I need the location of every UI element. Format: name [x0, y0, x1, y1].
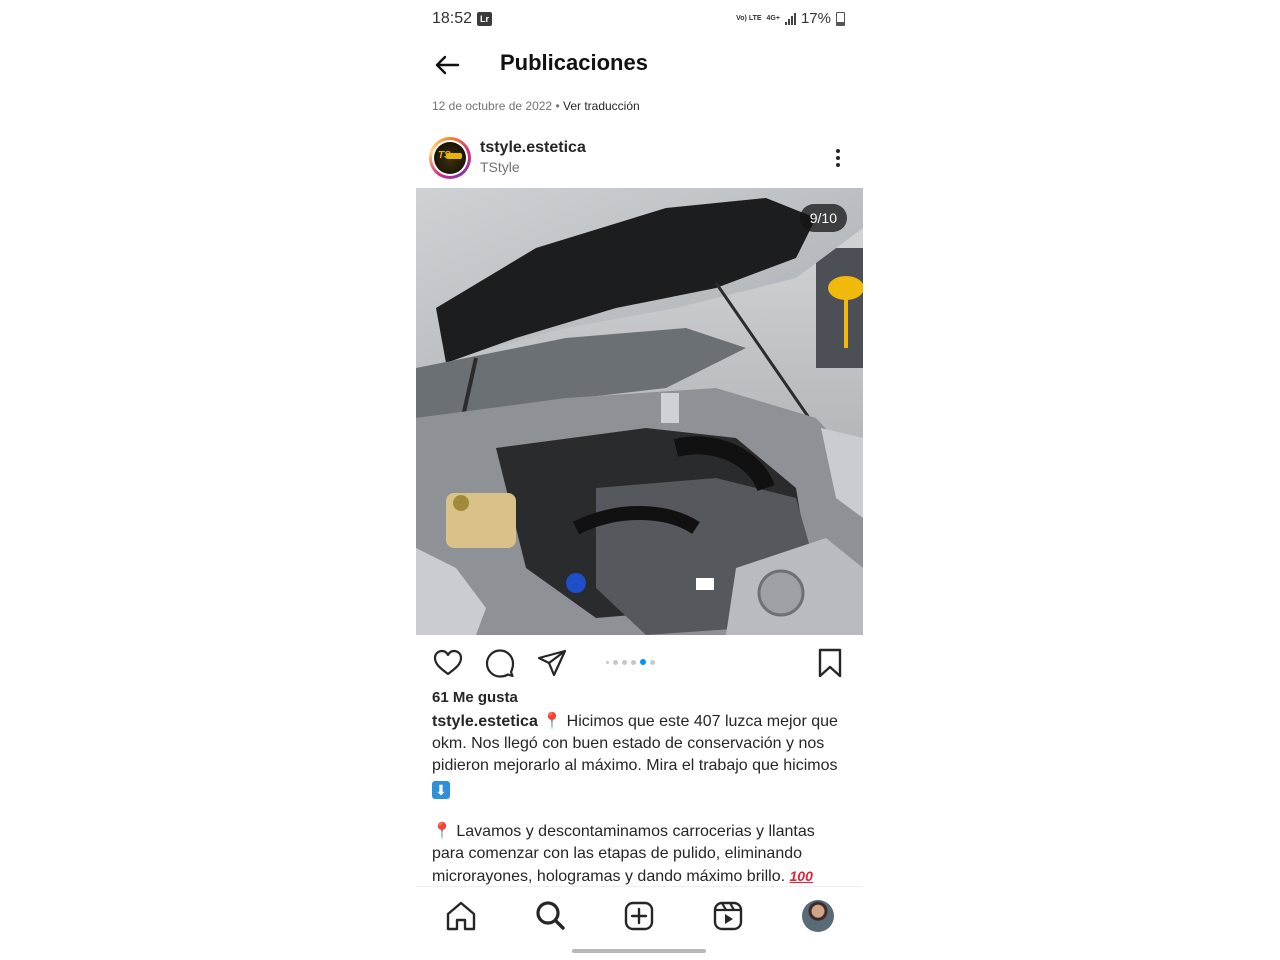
page-title: Publicaciones [500, 50, 648, 75]
carousel-dot [606, 660, 609, 664]
down-arrow-emoji-icon: ⬇ [432, 781, 450, 799]
battery-icon [836, 11, 845, 26]
save-bookmark-icon[interactable] [814, 647, 846, 679]
caption-username[interactable]: tstyle.estetica [432, 713, 538, 730]
pin-emoji-icon: 📍 [542, 713, 563, 730]
post-subtitle: TStyle [480, 159, 520, 175]
reels-icon[interactable] [711, 899, 745, 933]
share-plane-icon[interactable] [536, 647, 568, 679]
avatar-frame: TS [432, 140, 468, 176]
see-translation-link[interactable]: Ver traducción [563, 99, 640, 113]
gesture-home-bar[interactable] [572, 949, 706, 953]
volte-icon: Vo) LTE [736, 15, 762, 22]
search-icon[interactable] [533, 899, 567, 933]
more-options-icon[interactable] [828, 146, 848, 170]
post-caption: tstyle.estetica 📍 Hicimos que este 407 l… [432, 711, 850, 887]
date-separator: • [552, 99, 563, 113]
top-bar: Publicaciones [416, 38, 863, 90]
avatar-logo-text: TS [438, 150, 451, 161]
lightroom-notification-icon: Lr [477, 12, 492, 26]
profile-avatar[interactable] [802, 900, 834, 932]
status-bar: 18:52 Lr Vo) LTE 4G+ 17% [416, 0, 863, 38]
engine-bay-photo [416, 188, 863, 635]
back-arrow-icon[interactable] [432, 50, 462, 80]
battery-percent: 17% [800, 10, 831, 27]
status-indicators: Vo) LTE 4G+ 17% [736, 10, 845, 27]
phone-screen: 18:52 Lr Vo) LTE 4G+ 17% Publicaciones 1… [416, 0, 863, 960]
status-time: 18:52 [432, 10, 473, 27]
hundred-emoji-icon: 100 [789, 868, 813, 884]
caption-paragraph-2: 📍 Lavamos y descontaminamos carrocerias … [432, 821, 850, 887]
caption-text-2: Lavamos y descontaminamos carrocerias y … [432, 823, 815, 885]
account-avatar: TS [434, 142, 466, 174]
post-actions [416, 641, 863, 685]
carousel-dot [650, 659, 655, 665]
post-header: TS tstyle.estetica TStyle [416, 132, 863, 184]
carousel-dot [622, 659, 627, 665]
bottom-navigation [416, 886, 863, 945]
story-ring[interactable]: TS [429, 137, 471, 179]
create-post-icon[interactable] [622, 899, 656, 933]
carousel-dot [631, 659, 636, 665]
signal-icon [784, 12, 796, 25]
post-date-line: 12 de octubre de 2022 • Ver traducción [432, 99, 640, 113]
post-username[interactable]: tstyle.estetica [480, 139, 586, 157]
carousel-counter: 9/10 [799, 204, 847, 232]
carousel-dots [606, 659, 655, 665]
caption-paragraph-1: tstyle.estetica 📍 Hicimos que este 407 l… [432, 711, 850, 799]
home-icon[interactable] [444, 899, 478, 933]
comment-icon[interactable] [484, 647, 516, 679]
like-heart-icon[interactable] [432, 647, 464, 679]
post-date: 12 de octubre de 2022 [432, 99, 553, 113]
network-type: 4G+ [766, 15, 780, 22]
carousel-dot [613, 659, 618, 665]
carousel-dot-active [640, 659, 646, 665]
pin-emoji-icon: 📍 [432, 823, 452, 840]
post-photo[interactable]: 9/10 [416, 188, 863, 635]
likes-count[interactable]: 61 Me gusta [432, 689, 518, 706]
